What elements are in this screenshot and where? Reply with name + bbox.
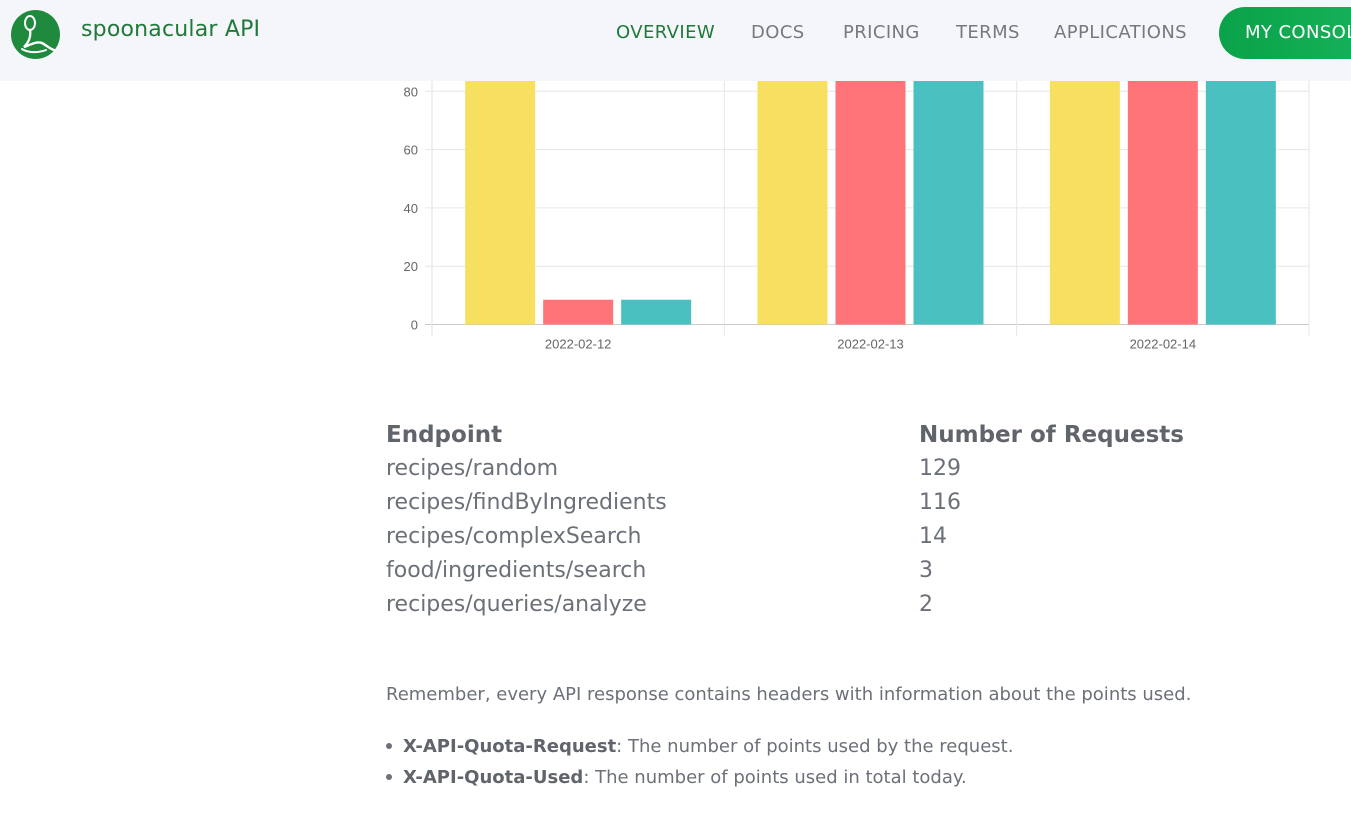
brand-name[interactable]: spoonacular API <box>81 17 260 42</box>
bar <box>1127 81 1198 325</box>
endpoint-cell: recipes/findByIngredients <box>386 490 667 515</box>
header-name: X-API-Quota-Request <box>403 736 617 757</box>
bar <box>835 81 906 325</box>
request-count-cell: 129 <box>919 456 961 481</box>
column-header-endpoint: Endpoint <box>386 422 503 448</box>
x-tick-label: 2022-02-14 <box>1130 337 1197 352</box>
list-item: X-API-Quota-Request: The number of point… <box>386 731 1013 762</box>
request-count-cell: 3 <box>919 558 933 583</box>
bar <box>757 81 828 325</box>
endpoint-cell: food/ingredients/search <box>386 558 647 583</box>
bar <box>1049 81 1120 325</box>
y-tick-label: 0 <box>411 318 418 333</box>
bar <box>465 81 536 325</box>
list-item: X-API-Quota-Used: The number of points u… <box>386 762 1013 793</box>
bar <box>543 299 614 325</box>
endpoint-cell: recipes/complexSearch <box>386 524 642 549</box>
header-name: X-API-Quota-Used <box>403 767 584 788</box>
nav-terms[interactable]: TERMS <box>956 22 1020 43</box>
endpoint-cell: recipes/queries/analyze <box>386 592 647 617</box>
header-description: : The number of points used in total tod… <box>583 767 967 788</box>
request-count-cell: 116 <box>919 490 961 515</box>
bar <box>1205 81 1276 325</box>
request-count-cell: 14 <box>919 524 947 549</box>
y-tick-label: 80 <box>404 84 418 99</box>
quota-headers-intro: Remember, every API response contains he… <box>386 684 1192 705</box>
endpoint-cell: recipes/random <box>386 456 559 481</box>
top-navbar: spoonacular API OVERVIEW DOCS PRICING TE… <box>0 0 1351 81</box>
y-tick-label: 40 <box>404 201 418 216</box>
x-tick-label: 2022-02-13 <box>837 337 904 352</box>
bar <box>913 81 984 325</box>
bullet-icon <box>386 743 392 749</box>
nav-pricing[interactable]: PRICING <box>843 22 920 43</box>
nav-docs[interactable]: DOCS <box>751 22 805 43</box>
request-count-cell: 2 <box>919 592 933 617</box>
y-tick-label: 60 <box>404 143 418 158</box>
column-header-requests: Number of Requests <box>919 422 1184 448</box>
x-tick-label: 2022-02-12 <box>545 337 612 352</box>
bar <box>621 299 692 325</box>
nav-overview[interactable]: OVERVIEW <box>616 22 715 43</box>
header-description: : The number of points used by the reque… <box>616 736 1014 757</box>
spoonacular-logo-icon[interactable] <box>10 9 61 60</box>
nav-applications[interactable]: APPLICATIONS <box>1054 22 1187 43</box>
bullet-icon <box>386 774 392 780</box>
my-console-button[interactable]: MY CONSOLE <box>1219 7 1351 59</box>
quota-headers-list: X-API-Quota-Request: The number of point… <box>386 731 1013 793</box>
y-tick-label: 20 <box>404 259 418 274</box>
